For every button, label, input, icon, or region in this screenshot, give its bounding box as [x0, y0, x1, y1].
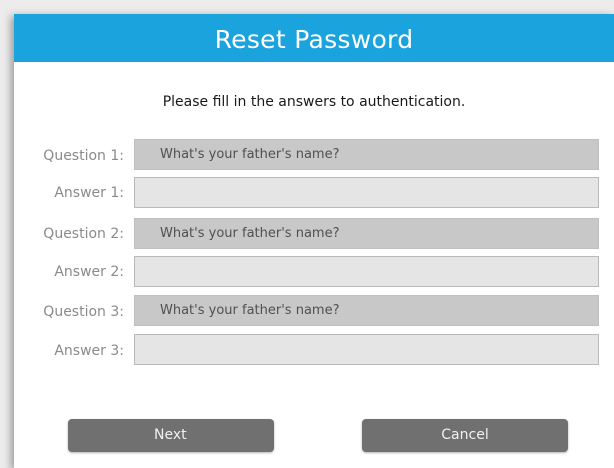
- next-button[interactable]: Next: [68, 419, 274, 452]
- answer-3-label: Answer 3:: [54, 343, 124, 359]
- answer-1-input[interactable]: [134, 177, 599, 208]
- dialog-title: Reset Password: [14, 14, 614, 62]
- question-1-label: Question 1:: [43, 148, 124, 164]
- answer-1-label: Answer 1:: [54, 185, 124, 201]
- question-3-select[interactable]: What's your father's name?: [134, 295, 599, 326]
- question-2-select[interactable]: What's your father's name?: [134, 218, 599, 249]
- instruction-text: Please fill in the answers to authentica…: [162, 94, 466, 110]
- question-1-select[interactable]: What's your father's name?: [134, 139, 599, 170]
- answer-2-input[interactable]: [134, 256, 599, 287]
- reset-password-dialog: Reset Password Please fill in the answer…: [14, 14, 614, 468]
- answer-2-label: Answer 2:: [54, 264, 124, 280]
- answer-3-input[interactable]: [134, 334, 599, 365]
- question-2-label: Question 2:: [43, 226, 124, 242]
- question-3-label: Question 3:: [43, 304, 124, 320]
- cancel-button[interactable]: Cancel: [362, 419, 568, 452]
